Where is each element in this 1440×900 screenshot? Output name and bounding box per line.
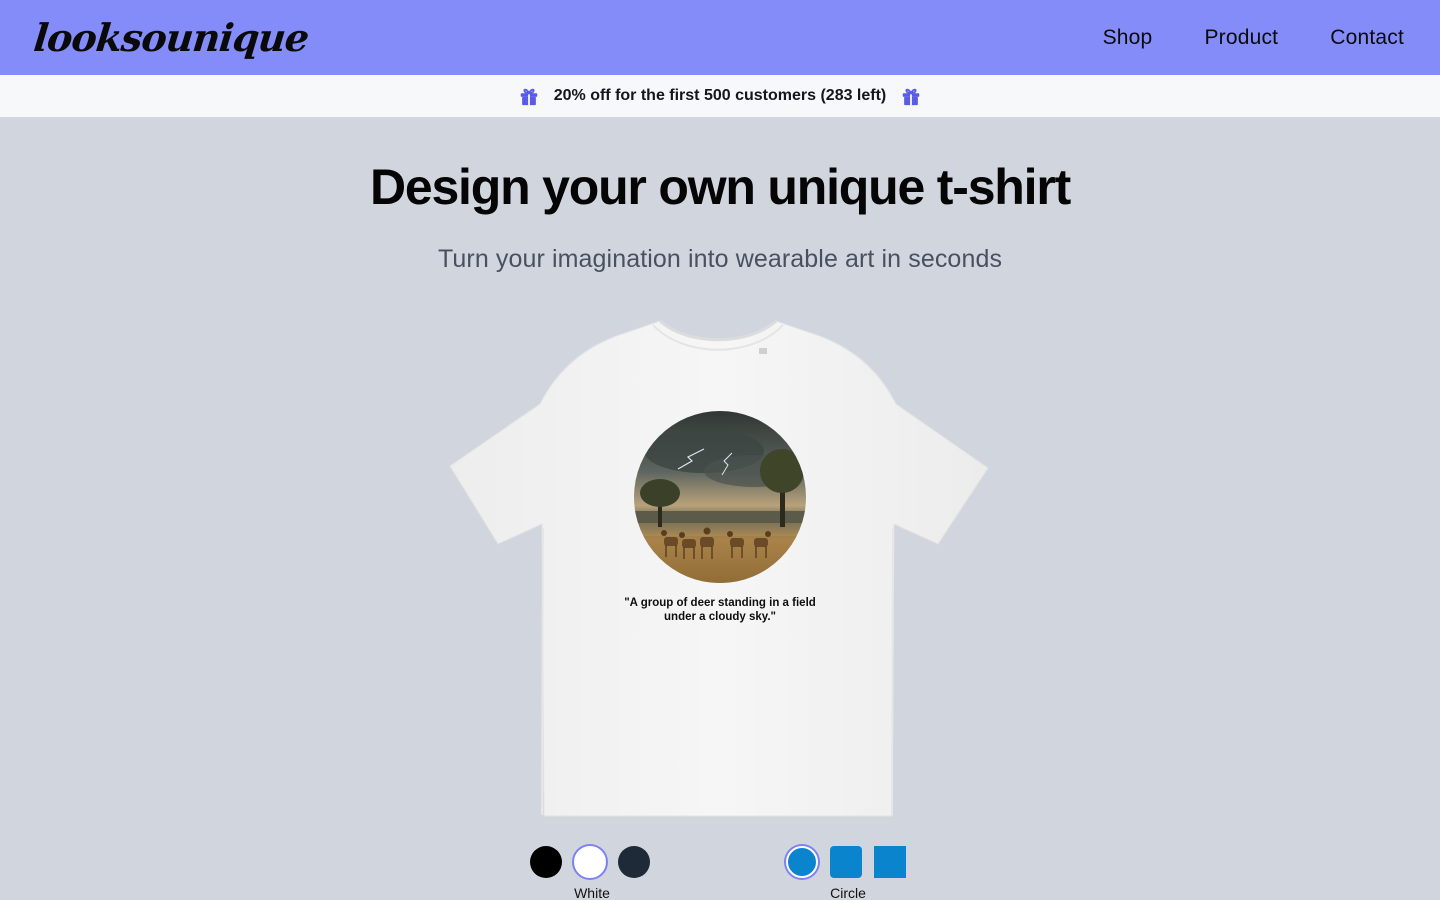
shape-selector (786, 846, 906, 878)
promo-banner: 20% off for the first 500 customers (283… (0, 75, 1440, 117)
nav-shop[interactable]: Shop (1103, 26, 1153, 50)
main-nav: Shop Product Contact (1103, 26, 1404, 50)
page-title: Design your own unique t-shirt (369, 159, 1071, 215)
top-header: looksounique Shop Product Contact (0, 0, 1440, 75)
shape-option-square[interactable] (874, 846, 906, 878)
design-caption: "A group of deer standing in a field und… (624, 597, 816, 623)
color-swatch-white[interactable] (574, 846, 606, 878)
nav-product[interactable]: Product (1204, 26, 1278, 50)
tshirt-preview: "A group of deer standing in a field und… (448, 318, 990, 820)
gift-icon (903, 88, 920, 106)
selected-color-label: White (574, 885, 610, 900)
gift-icon (520, 88, 537, 106)
design-print-image (634, 411, 806, 583)
brand-logo[interactable]: looksounique (32, 15, 311, 60)
shape-option-rounded[interactable] (830, 846, 862, 878)
shape-option-circle[interactable] (786, 846, 818, 878)
nav-contact[interactable]: Contact (1330, 26, 1404, 50)
color-swatch-black[interactable] (530, 846, 562, 878)
page-subtitle: Turn your imagination into wearable art … (437, 245, 1003, 273)
promo-text: 20% off for the first 500 customers (283… (553, 87, 887, 104)
color-selector (530, 846, 650, 878)
color-swatch-navy[interactable] (618, 846, 650, 878)
selected-shape-label: Circle (830, 885, 866, 900)
